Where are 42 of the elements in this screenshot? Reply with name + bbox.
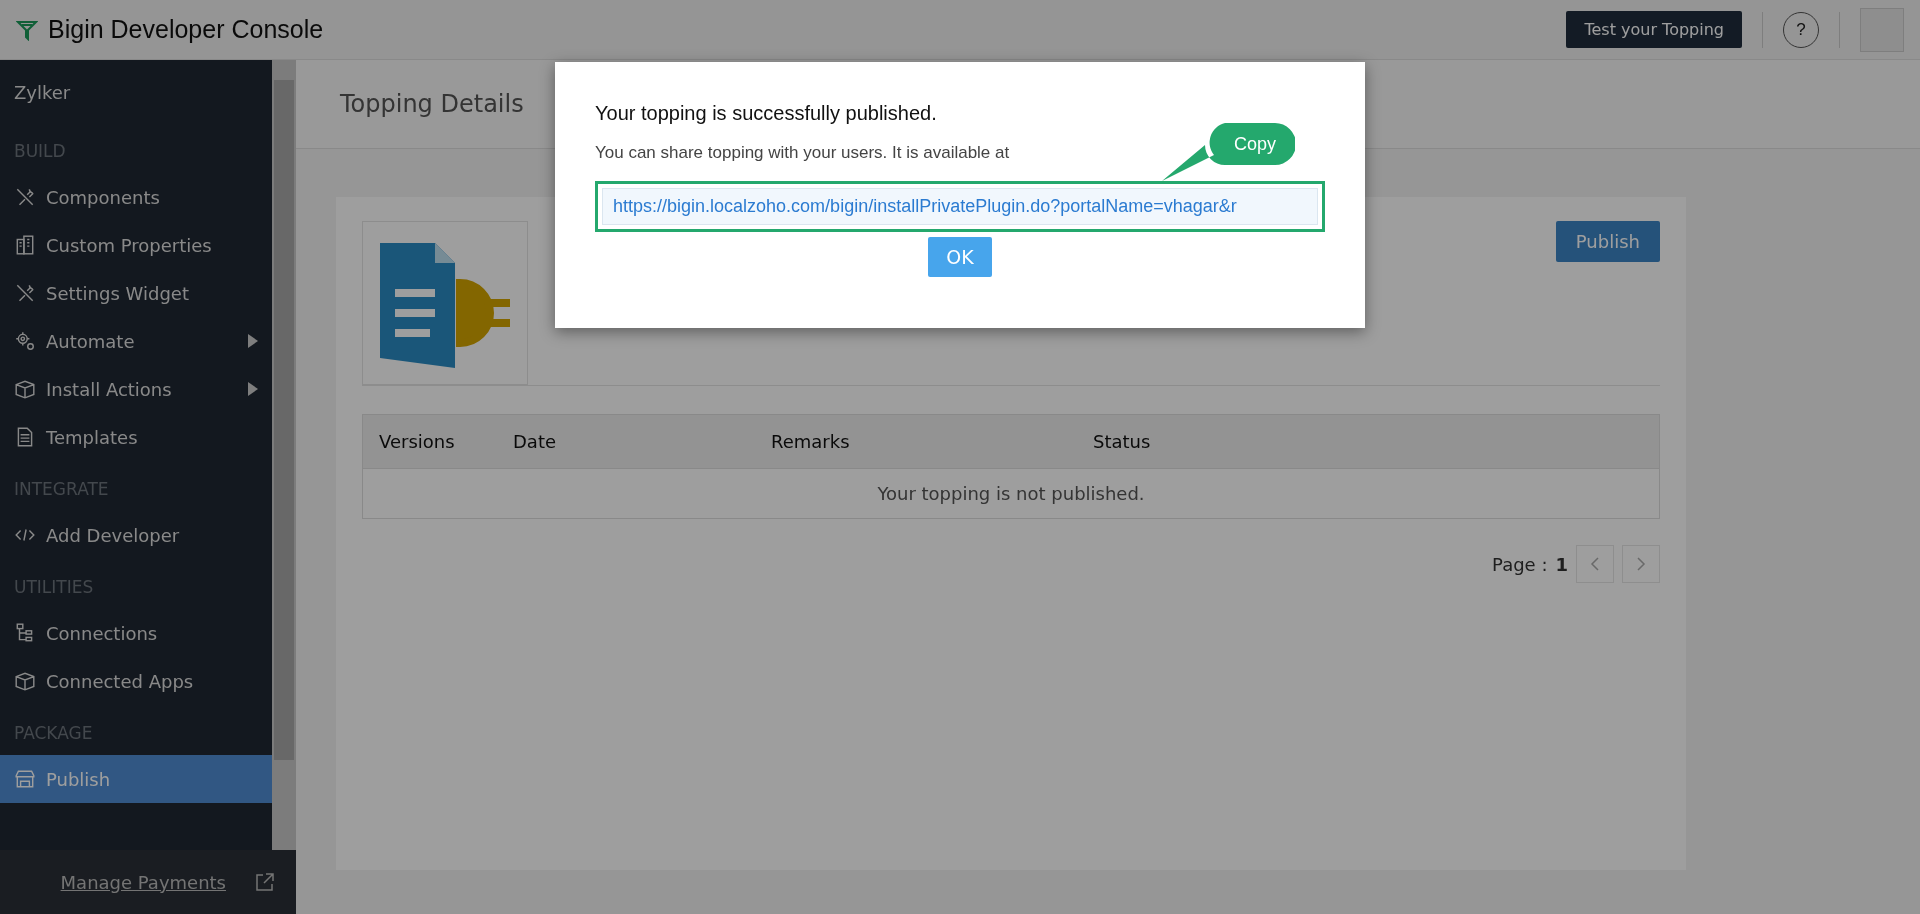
dialog-title: Your topping is successfully published. (595, 102, 938, 125)
sidebar-item[interactable]: Install Actions (0, 365, 272, 413)
column-header: Versions (362, 414, 497, 469)
tools-icon (14, 186, 36, 208)
sidebar-item[interactable]: Templates (0, 413, 272, 461)
dialog-message: You can share topping with your users. It is available at (595, 143, 1010, 163)
page-title: Topping Details (340, 90, 524, 118)
previous-page-button[interactable] (1576, 545, 1614, 583)
sidebar-item[interactable]: Add Developer (0, 511, 272, 559)
logo-icon (16, 18, 38, 41)
empty-message: Your topping is not published. (362, 468, 1660, 519)
sidebar-item[interactable]: Connected Apps (0, 657, 272, 705)
sidebar-item[interactable]: Automate (0, 317, 272, 365)
sidebar-item[interactable]: Connections (0, 609, 272, 657)
column-header: Date (497, 414, 755, 469)
test-topping-button[interactable]: Test your Topping (1566, 11, 1742, 48)
callout-text: Copy (1233, 133, 1277, 156)
manage-payments-link[interactable]: Manage Payments (60, 871, 226, 893)
sidebar-item[interactable]: Custom Properties (0, 221, 272, 269)
building-icon (14, 234, 36, 256)
app-title: Bigin Developer Console (48, 15, 325, 44)
box-icon (14, 378, 36, 400)
external-link-icon (254, 871, 276, 893)
sidebar-item[interactable]: Publish (0, 755, 272, 803)
next-page-button[interactable] (1622, 545, 1660, 583)
ok-button[interactable]: OK (928, 237, 992, 277)
org-name: Zylker (13, 81, 72, 105)
sidebar-item[interactable]: Components (0, 173, 272, 221)
column-header: Remarks (755, 414, 1077, 469)
box-icon (14, 670, 36, 692)
column-header: Status (1077, 414, 1660, 469)
sidebar-item[interactable]: Settings Widget (0, 269, 272, 317)
url-field[interactable]: https://bigin.localzoho.com/bigin/installPrivatePlugin.do?portalName=vhagar&r (602, 188, 1318, 225)
tools-icon (14, 282, 36, 304)
scrollbar[interactable] (272, 60, 296, 850)
publish-button[interactable]: Publish (1555, 221, 1660, 262)
store-icon (14, 768, 36, 790)
page-number: 1 (1555, 553, 1568, 575)
chevron-right-icon (1635, 557, 1647, 571)
chevron-left-icon (1589, 557, 1601, 571)
page-label: Page : (1492, 553, 1548, 575)
gears-icon (14, 330, 36, 352)
